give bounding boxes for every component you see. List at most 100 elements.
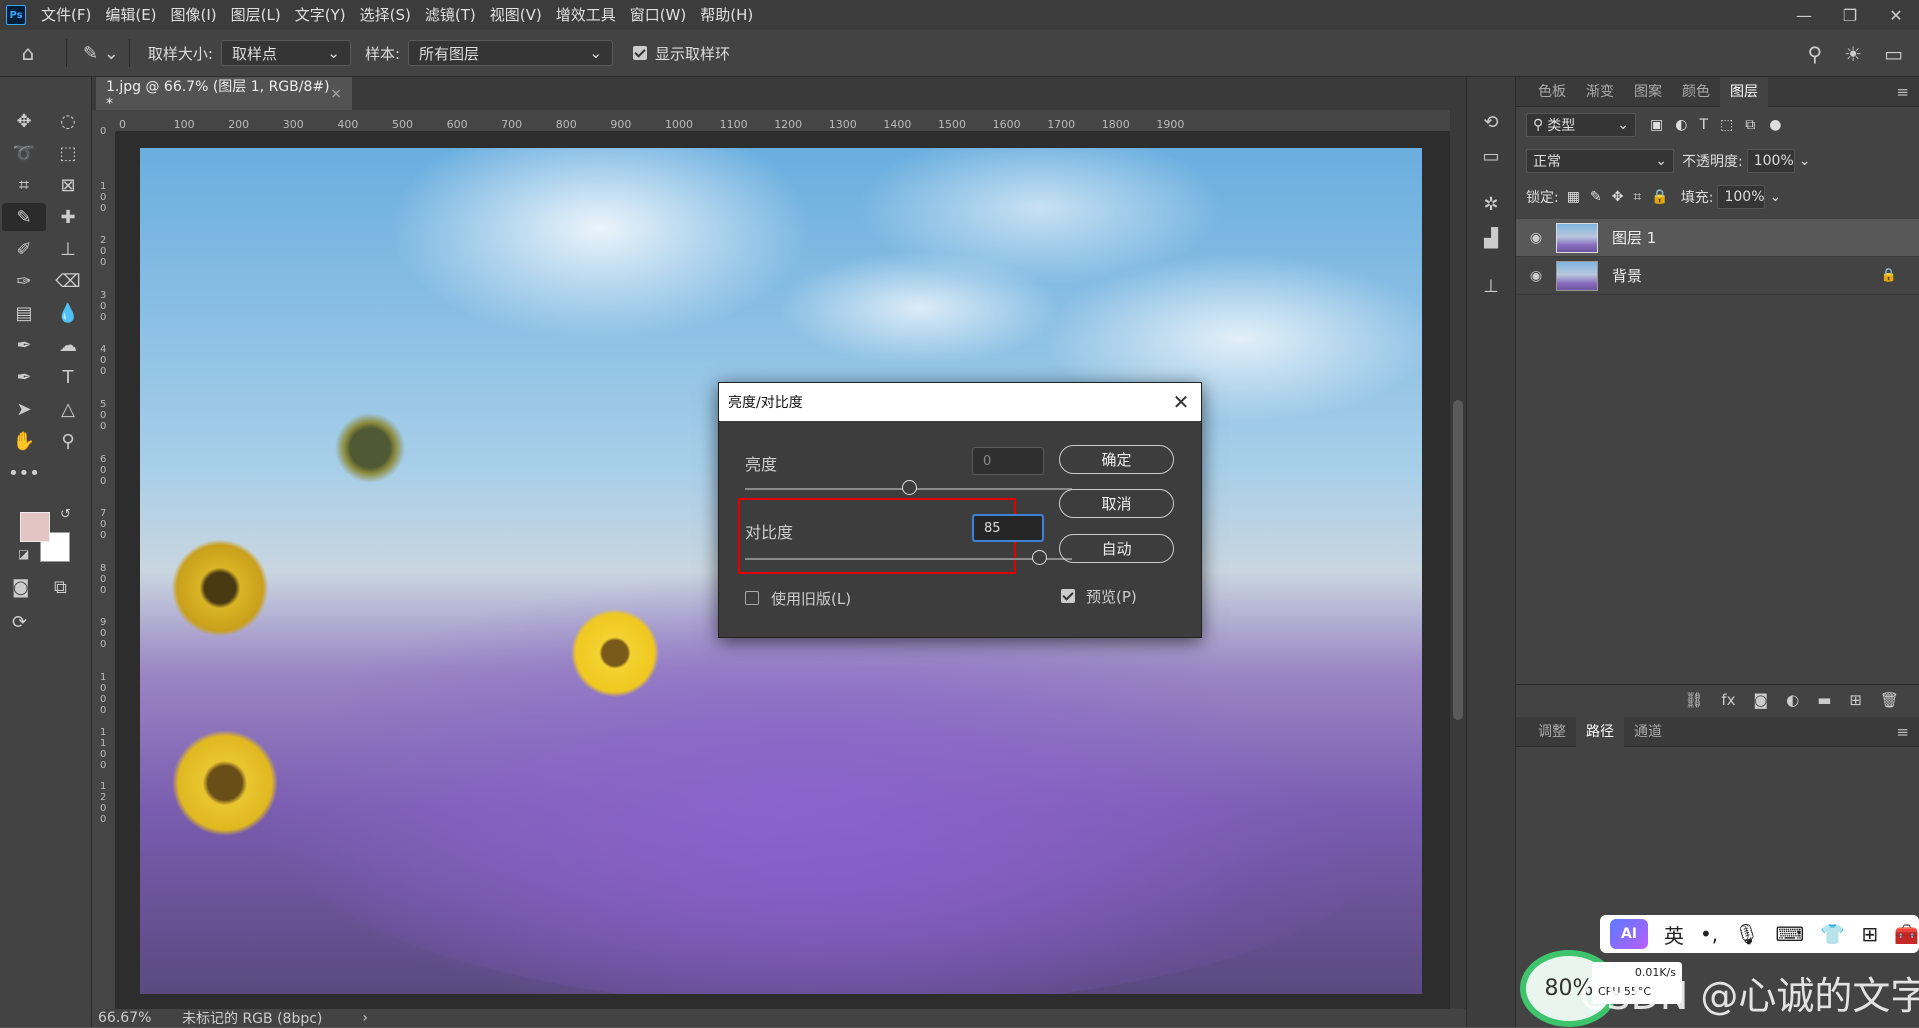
panel-menu-icon[interactable]: ≡: [1896, 83, 1909, 101]
quick-mask-icon[interactable]: ◙: [12, 577, 29, 598]
apps-grid-icon[interactable]: ⊞: [1861, 922, 1878, 946]
contrast-input[interactable]: 85: [972, 514, 1044, 542]
marquee-tool-icon[interactable]: ◌: [46, 107, 90, 135]
menu-item[interactable]: 文件(F): [34, 0, 98, 30]
menu-item[interactable]: 帮助(H): [693, 0, 760, 30]
menu-item[interactable]: 图层(L): [224, 0, 288, 30]
status-menu-arrow-icon[interactable]: ›: [362, 1010, 368, 1026]
screen-mode-icon[interactable]: ⧉: [54, 577, 67, 598]
brush-tool-icon[interactable]: ✐: [2, 235, 46, 263]
eyedropper-tool-icon[interactable]: ✎: [2, 203, 46, 231]
zoom-tool-icon[interactable]: ⚲: [46, 427, 90, 455]
menu-item[interactable]: 选择(S): [353, 0, 418, 30]
frame-tool-icon[interactable]: ⊠: [46, 171, 90, 199]
move-tool-icon[interactable]: ✥: [2, 107, 46, 135]
tab-paths-panel[interactable]: 路径: [1576, 716, 1624, 747]
close-icon[interactable]: ✕: [1161, 390, 1201, 414]
filter-pixel-icon[interactable]: ▣: [1650, 117, 1663, 133]
menu-item[interactable]: 增效工具: [549, 0, 623, 30]
ok-button[interactable]: 确定: [1059, 445, 1174, 474]
adjustment-layer-icon[interactable]: ◐: [1786, 691, 1799, 709]
crop-tool-icon[interactable]: ⌗: [2, 171, 46, 199]
blur-tool-icon[interactable]: 💧: [46, 299, 90, 327]
lasso-tool-icon[interactable]: ➰: [2, 139, 46, 167]
menu-item[interactable]: 图像(I): [164, 0, 224, 30]
new-group-icon[interactable]: ▬: [1817, 691, 1831, 709]
pen-tool-icon[interactable]: ✒: [2, 363, 46, 391]
opacity-input[interactable]: 100%: [1746, 149, 1795, 173]
shape-tool-icon[interactable]: △: [46, 395, 90, 423]
chevron-down-icon[interactable]: ⌄: [1799, 153, 1811, 169]
clone-stamp-tool-icon[interactable]: ⊥: [46, 235, 90, 263]
histogram-icon[interactable]: ▟: [1467, 221, 1515, 255]
filter-type-icon[interactable]: T: [1699, 117, 1708, 133]
legacy-checkbox[interactable]: [745, 591, 759, 605]
swap-colors-icon[interactable]: ↺: [60, 507, 71, 522]
scrollbar-thumb[interactable]: [1453, 400, 1463, 720]
skin-icon[interactable]: 👕: [1820, 922, 1845, 946]
delete-layer-icon[interactable]: 🗑: [1880, 691, 1899, 709]
tab-layers-panel[interactable]: 图案: [1624, 77, 1672, 107]
color-wheel-icon[interactable]: ✲: [1467, 187, 1515, 221]
ime-language-toggle[interactable]: 英: [1664, 920, 1684, 949]
eyedropper-preset-icon[interactable]: ✎ ⌄: [83, 43, 119, 64]
tab-layers-panel[interactable]: 图层: [1720, 76, 1768, 107]
menu-item[interactable]: 视图(V): [483, 0, 549, 30]
preview-checkbox[interactable]: [1061, 589, 1075, 603]
history-icon[interactable]: ⟲: [1467, 105, 1515, 139]
ime-ai-button[interactable]: AI: [1610, 919, 1648, 949]
path-select-tool-icon[interactable]: ➤: [2, 395, 46, 423]
panel-menu-icon[interactable]: ≡: [1896, 723, 1909, 741]
document-tab[interactable]: 1.jpg @ 66.7% (图层 1, RGB/8#) * ×: [96, 77, 352, 112]
chevron-down-icon[interactable]: ⌄: [1769, 189, 1781, 205]
search-icon[interactable]: ⚲: [1808, 42, 1823, 66]
lock-image-icon[interactable]: ✎: [1590, 189, 1602, 205]
cancel-button[interactable]: 取消: [1059, 489, 1174, 518]
tab-paths-panel[interactable]: 通道: [1624, 717, 1672, 747]
punctuation-icon[interactable]: •,: [1700, 922, 1718, 946]
menu-item[interactable]: 编辑(E): [98, 0, 163, 30]
foreground-color-swatch[interactable]: [20, 512, 50, 542]
layer-row[interactable]: ◉ 背景 🔒: [1516, 257, 1919, 295]
new-layer-icon[interactable]: ⊞: [1849, 691, 1862, 709]
lock-position-icon[interactable]: ✥: [1612, 189, 1624, 205]
lock-artboard-icon[interactable]: ⌗: [1633, 189, 1641, 205]
tab-paths-panel[interactable]: 调整: [1528, 717, 1576, 747]
filter-adjustment-icon[interactable]: ◐: [1675, 117, 1687, 133]
toolbox-icon[interactable]: 🧰: [1894, 922, 1919, 946]
close-tab-icon[interactable]: ×: [330, 86, 342, 102]
zoom-level[interactable]: 66.67%: [92, 1010, 182, 1026]
layer-filter-select[interactable]: ⚲ 类型 ⌄: [1526, 113, 1636, 137]
tab-layers-panel[interactable]: 颜色: [1672, 77, 1720, 107]
sample-size-select[interactable]: 取样点 ⌄: [220, 40, 351, 66]
filter-toggle-icon[interactable]: ●: [1769, 117, 1781, 133]
history-brush-tool-icon[interactable]: ✑: [2, 267, 46, 295]
blend-mode-select[interactable]: 正常 ⌄: [1526, 149, 1674, 173]
visibility-eye-icon[interactable]: ◉: [1516, 268, 1556, 284]
close-button[interactable]: ✕: [1873, 0, 1919, 30]
sample-select[interactable]: 所有图层 ⌄: [408, 40, 614, 66]
menu-item[interactable]: 窗口(W): [623, 0, 694, 30]
lock-transparent-icon[interactable]: ▦: [1567, 189, 1580, 205]
fx-icon[interactable]: fx: [1721, 691, 1735, 709]
brightness-slider-knob[interactable]: [901, 480, 917, 495]
default-colors-icon[interactable]: ◪: [18, 547, 29, 561]
more-tools-icon[interactable]: •••: [2, 459, 46, 487]
healing-brush-tool-icon[interactable]: ✚: [46, 203, 90, 231]
contrast-slider-track[interactable]: [745, 558, 1072, 560]
visibility-eye-icon[interactable]: ◉: [1516, 230, 1556, 246]
workspace-icon[interactable]: ▭: [1884, 42, 1903, 66]
dodge-tool-icon[interactable]: ✒: [2, 331, 46, 359]
menu-item[interactable]: 文字(Y): [288, 0, 353, 30]
fill-input[interactable]: 100%: [1717, 185, 1766, 209]
filter-smart-object-icon[interactable]: ⧉: [1745, 117, 1755, 133]
type-tool-icon[interactable]: T: [46, 363, 90, 391]
auto-button[interactable]: 自动: [1059, 534, 1174, 563]
hand-tool-icon[interactable]: ✋: [2, 427, 46, 455]
link-layers-icon[interactable]: ⛓: [1684, 691, 1703, 709]
show-ring-checkbox[interactable]: [633, 46, 648, 60]
lightbulb-icon[interactable]: ☀: [1844, 42, 1862, 66]
vertical-scrollbar[interactable]: [1450, 110, 1466, 1012]
minimize-button[interactable]: —: [1781, 0, 1827, 30]
lock-all-icon[interactable]: 🔒: [1651, 189, 1668, 205]
